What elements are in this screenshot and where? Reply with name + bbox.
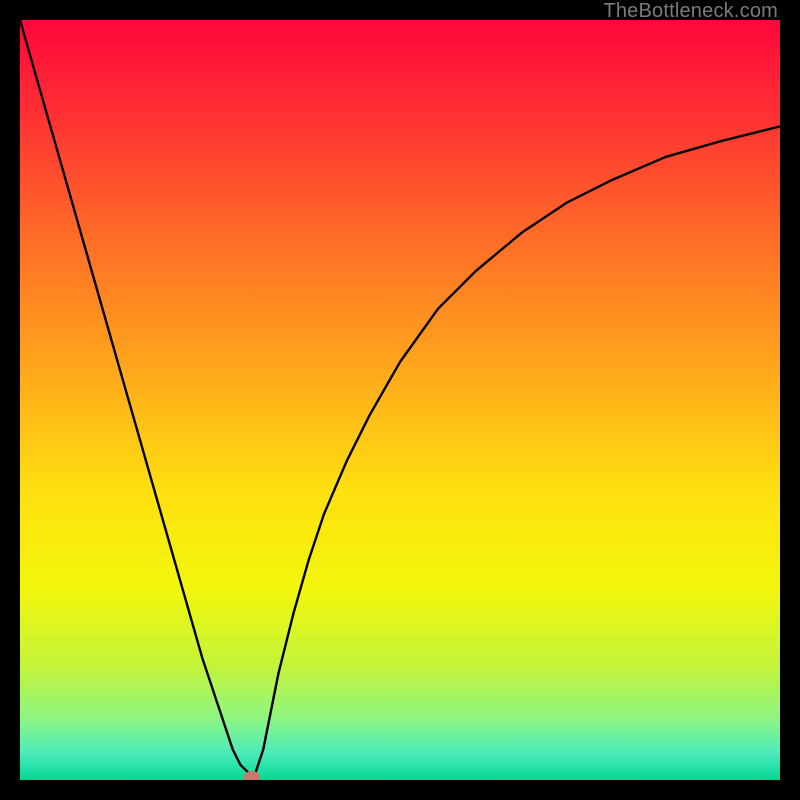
bottleneck-chart [20,20,780,780]
gradient-background [20,20,780,780]
chart-frame [20,20,780,780]
watermark-text: TheBottleneck.com [603,0,778,23]
